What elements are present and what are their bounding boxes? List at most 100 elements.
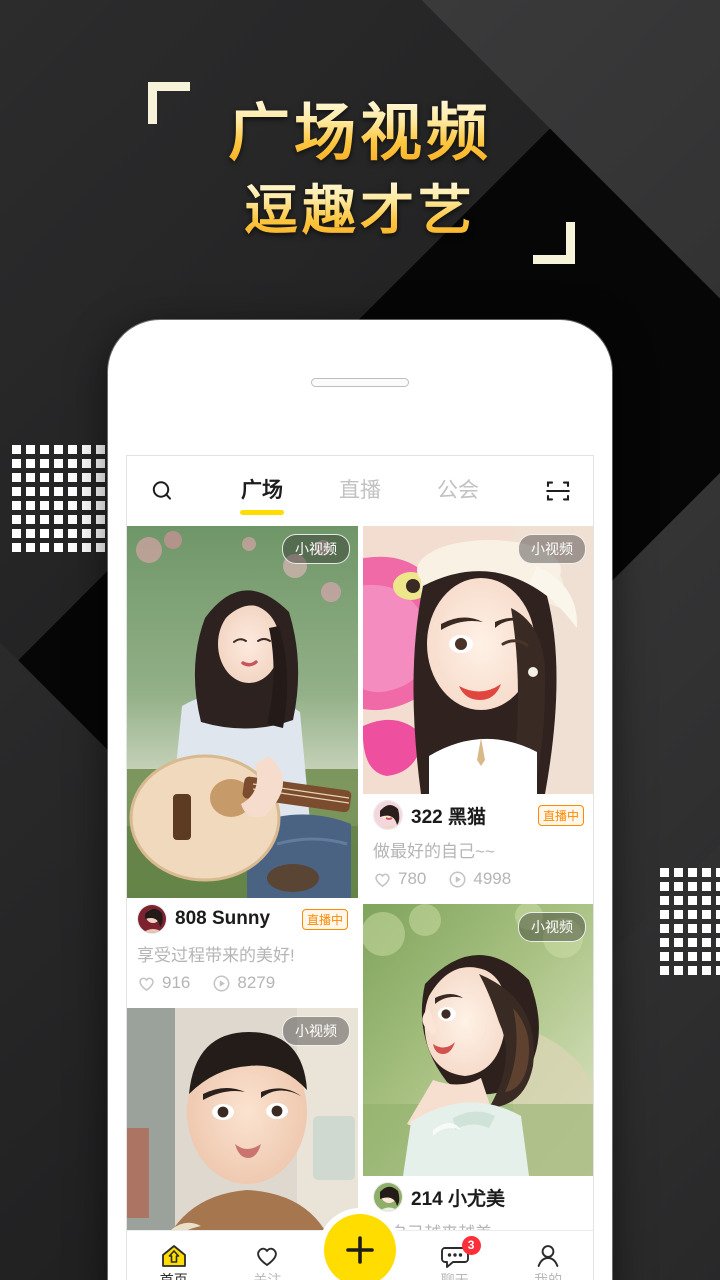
app-screen: 广场 直播 公会 小视频 808 Sunny 直播中 享受过程带来的美好! 91…	[126, 455, 594, 1280]
grid-dot	[702, 910, 711, 919]
grid-dot	[688, 882, 697, 891]
grid-dot	[40, 459, 49, 468]
nav-label-mine: 我的	[534, 1271, 563, 1280]
grid-dot	[26, 501, 35, 510]
feed-card[interactable]: 小视频	[127, 526, 358, 1003]
grid-dot	[660, 924, 669, 933]
like-count: 780	[398, 869, 427, 888]
grid-dot	[716, 966, 720, 975]
grid-dot	[660, 952, 669, 961]
grid-dot	[688, 966, 697, 975]
grid-dot	[54, 473, 63, 482]
like-stat: 916	[137, 973, 190, 993]
grid-dot	[54, 543, 63, 552]
card-caption: 享受过程带来的美好!	[137, 946, 295, 965]
chat-bubble-icon: 3	[440, 1235, 481, 1268]
grid-dot	[54, 487, 63, 496]
grid-dot	[12, 487, 21, 496]
grid-dot	[12, 459, 21, 468]
grid-dot	[12, 543, 21, 552]
card-thumbnail-hat-girl[interactable]: 小视频	[363, 526, 593, 794]
grid-dot	[82, 529, 91, 538]
nav-item-chat[interactable]: 3 聊天	[408, 1235, 502, 1280]
grid-dot	[674, 938, 683, 947]
photo-guitar-girl	[127, 526, 358, 898]
live-badge: 直播中	[537, 804, 584, 826]
heart-icon	[139, 977, 154, 991]
chat-unread-badge: 3	[461, 1235, 481, 1255]
video-feed[interactable]: 小视频 808 Sunny 直播中 享受过程带来的美好! 916 8279 小视…	[127, 526, 593, 1280]
grid-dot	[660, 910, 669, 919]
photo-hat-girl	[363, 526, 593, 794]
card-user-row[interactable]: 322 黑猫 直播中	[373, 800, 584, 830]
grid-dot	[40, 445, 49, 454]
nav-item-follow[interactable]: 关注	[221, 1242, 315, 1280]
search-icon[interactable]	[145, 474, 179, 508]
grid-dot	[26, 473, 35, 482]
phone-speaker-slot	[311, 378, 409, 387]
video-type-badge: 小视频	[282, 534, 350, 564]
grid-dot	[660, 882, 669, 891]
heart-icon	[375, 873, 390, 887]
card-thumbnail-man-selfie[interactable]: 小视频	[127, 1008, 358, 1266]
grid-dot	[96, 543, 105, 552]
grid-dot	[674, 896, 683, 905]
avatar[interactable]	[373, 1182, 403, 1212]
grid-dot	[716, 882, 720, 891]
grid-dot	[82, 487, 91, 496]
grid-dot	[674, 910, 683, 919]
play-stat: 4998	[448, 869, 511, 889]
poster-stage: 广场视频 逗趣才艺 广场 直播 公会 小视频 808 Sunny 直播中 享受过…	[0, 0, 720, 1280]
grid-dot	[40, 487, 49, 496]
grid-dot	[40, 529, 49, 538]
avatar[interactable]	[137, 904, 167, 934]
grid-dot	[702, 966, 711, 975]
headline-line-1: 广场视频	[0, 95, 720, 171]
nav-label-home: 首页	[159, 1271, 188, 1280]
feed-card[interactable]: 小视频	[363, 526, 593, 899]
grid-dot	[40, 515, 49, 524]
card-thumbnail-guitar-girl[interactable]: 小视频	[127, 526, 358, 898]
card-thumbnail-park-girl[interactable]: 小视频	[363, 904, 593, 1176]
nav-item-mine[interactable]: 我的	[501, 1242, 593, 1280]
video-type-badge: 小视频	[518, 534, 586, 564]
grid-dot	[702, 938, 711, 947]
phone-mockup: 广场 直播 公会 小视频 808 Sunny 直播中 享受过程带来的美好! 91…	[108, 320, 612, 1280]
card-stats: 780 4998	[373, 869, 584, 889]
grid-dot	[702, 924, 711, 933]
grid-dot	[54, 501, 63, 510]
card-user-row[interactable]: 214 小尤美	[373, 1182, 584, 1212]
avatar[interactable]	[373, 800, 403, 830]
grid-dot	[68, 543, 77, 552]
grid-dot	[82, 459, 91, 468]
grid-dot	[12, 445, 21, 454]
grid-dot	[26, 515, 35, 524]
home-icon	[161, 1242, 187, 1268]
grid-dot	[674, 924, 683, 933]
nav-item-home[interactable]: 首页	[127, 1242, 221, 1280]
grid-dot	[674, 882, 683, 891]
card-meta: 808 Sunny 直播中 享受过程带来的美好! 916 8279	[127, 898, 358, 1003]
card-stats: 916 8279	[137, 973, 348, 993]
grid-dot	[716, 952, 720, 961]
create-post-fab[interactable]	[324, 1214, 396, 1280]
grid-dot	[660, 966, 669, 975]
grid-dot	[702, 882, 711, 891]
person-icon	[536, 1242, 560, 1268]
scan-icon[interactable]	[541, 474, 575, 508]
grid-dot	[54, 515, 63, 524]
card-user-row[interactable]: 808 Sunny 直播中	[137, 904, 348, 934]
grid-dot	[660, 868, 669, 877]
play-icon	[213, 975, 230, 991]
card-username: 322 黑猫	[411, 806, 486, 828]
feed-card[interactable]: 小视频	[127, 1008, 358, 1266]
grid-dot	[12, 473, 21, 482]
tab-live[interactable]: 直播	[339, 474, 381, 508]
tab-guild[interactable]: 公会	[437, 474, 479, 508]
grid-dot	[26, 529, 35, 538]
feed-card[interactable]: 小视频	[363, 904, 593, 1254]
grid-dot	[82, 501, 91, 510]
grid-dot	[660, 938, 669, 947]
topbar-tabs: 广场 直播 公会	[179, 474, 541, 508]
tab-plaza[interactable]: 广场	[241, 474, 283, 508]
